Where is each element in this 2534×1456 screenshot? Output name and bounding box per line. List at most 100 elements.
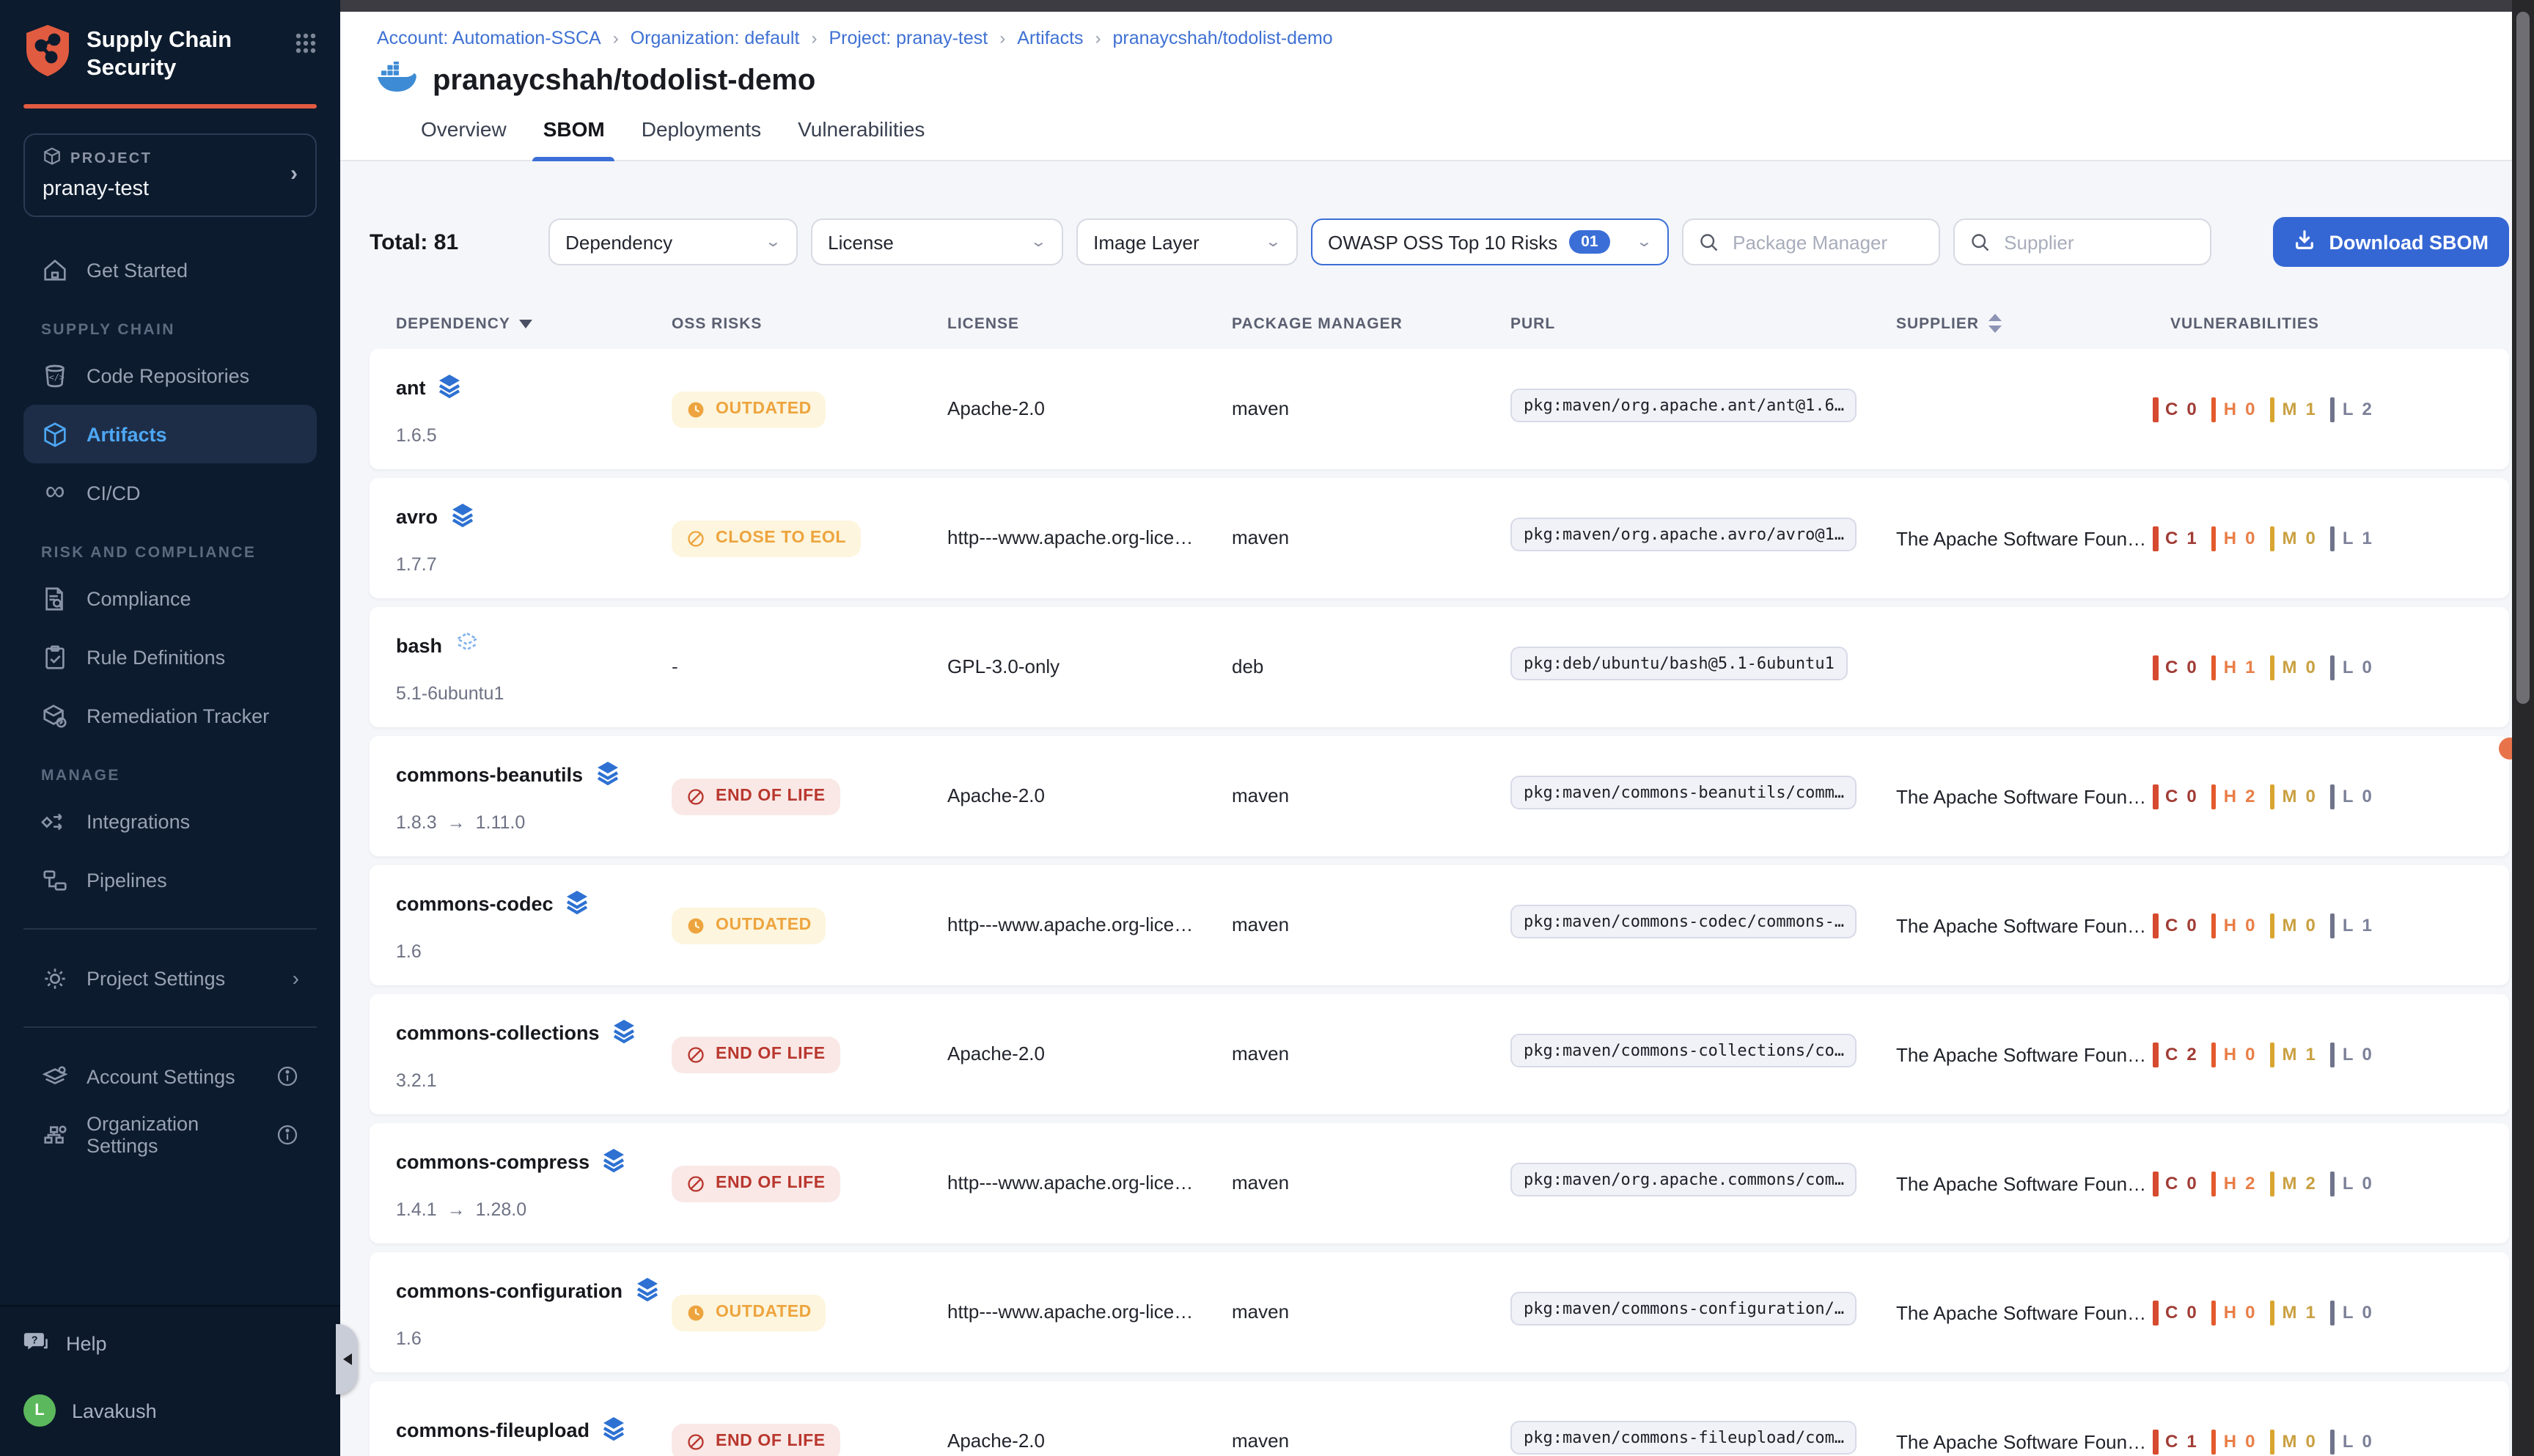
table-row[interactable]: commons-collections 3.2.1 END OF LIFE Ap… [370,994,2509,1114]
tab-overview[interactable]: Overview [421,117,507,160]
severity-bar [2269,784,2274,809]
supplier-value: The Apache Software Foun… [1896,1301,2146,1323]
nav-item-label: Rule Definitions [87,646,225,668]
table-row[interactable]: commons-fileupload END OF LIFE Apache-2.… [370,1381,2509,1456]
table-row[interactable]: commons-codec 1.6 OUTDATED http---www.ap… [370,865,2509,985]
breadcrumb-link[interactable]: Project: pranay-test [829,28,988,48]
version-from: 1.6.5 [396,424,437,445]
table-row[interactable]: avro 1.7.7 CLOSE TO EOL http---www.apach… [370,478,2509,598]
vulnerabilities-cell: C0H1M0L0 [2153,655,2509,680]
package-manager-value: maven [1232,1172,1289,1194]
vuln-count-l: L2 [2330,397,2372,422]
vuln-count-h: H0 [2211,526,2255,551]
sidebar-item-remediation-tracker[interactable]: Remediation Tracker [23,686,317,745]
sidebar-item-ci-cd[interactable]: ∞CI/CD [23,463,317,522]
version-to: 1.11.0 [476,812,526,832]
severity-count: 0 [2362,657,2372,677]
severity-count: 0 [2362,1431,2372,1452]
supplier-value: The Apache Software Foun… [1896,527,2146,549]
sidebar-item-organization-settings[interactable]: Organization Settings [23,1106,317,1164]
severity-bar [2269,1429,2274,1454]
dependency-name: commons-configuration [396,1280,623,1302]
severity-count: 1 [2245,657,2255,677]
sidebar-item-project-settings[interactable]: Project Settings› [23,949,317,1007]
tab-vulnerabilities[interactable]: Vulnerabilities [798,117,925,160]
sidebar-item-integrations[interactable]: Integrations [23,792,317,850]
column-header-package-manager: PACKAGE MANAGER [1232,315,1510,332]
risk-label: OUTDATED [716,916,812,934]
home-icon [41,256,69,284]
severity-letter: L [2343,786,2354,806]
sidebar-collapse-handle[interactable] [336,1324,358,1394]
info-icon [276,1065,299,1088]
sidebar-item-get-started[interactable]: Get Started [23,240,317,299]
sort-descending-icon[interactable] [519,319,532,328]
oss-risk-cell: OUTDATED [672,391,947,427]
nav-item-label: Pipelines [87,869,167,891]
table-row[interactable]: ant 1.6.5 OUTDATED Apache-2.0 maven pkg:… [370,349,2509,469]
scrollbar-thumb[interactable] [2516,12,2530,704]
sidebar-item-pipelines[interactable]: Pipelines [23,850,317,909]
table-row[interactable]: commons-configuration 1.6 OUTDATED http-… [370,1252,2509,1372]
user-item[interactable]: L Lavakush [23,1383,317,1438]
filter-dropdown-owasp-oss-top-10-risks[interactable]: OWASP OSS Top 10 Risks01⌄ [1310,218,1668,265]
breadcrumb-link[interactable]: pranaycshah/todolist-demo [1113,28,1333,48]
column-header-dependency[interactable]: DEPENDENCY [396,315,672,332]
sidebar-item-artifacts[interactable]: Artifacts [23,405,317,463]
package-manager-value: maven [1232,784,1289,806]
sidebar-item-compliance[interactable]: Compliance [23,569,317,628]
download-sbom-button[interactable]: Download SBOM [2274,217,2510,267]
vuln-count-c: C0 [2153,397,2197,422]
tab-deployments[interactable]: Deployments [642,117,761,160]
purl-cell: pkg:maven/commons-collections/co… [1510,1034,1896,1075]
module-grid-icon[interactable] [295,23,317,62]
severity-count: 0 [2305,915,2315,935]
purl-cell: pkg:maven/commons-fileupload/com… [1510,1421,1896,1456]
table-row[interactable]: commons-beanutils 1.8.3 → 1.11.0 END OF … [370,736,2509,856]
tab-sbom[interactable]: SBOM [543,117,605,160]
breadcrumb-link[interactable]: Account: Automation-SSCA [377,28,601,48]
severity-letter: C [2165,399,2178,419]
search-input[interactable] [1730,229,1923,254]
vuln-count-l: L0 [2330,1171,2372,1196]
breadcrumb-link[interactable]: Organization: default [631,28,800,48]
license-value: Apache-2.0 [947,397,1045,419]
window-top-edge [340,0,2534,12]
vuln-count-c: C0 [2153,1300,2197,1325]
column-header-supplier[interactable]: SUPPLIER [1896,314,2170,333]
sort-toggle-icon[interactable] [1988,314,2001,333]
table-row[interactable]: bash 5.1-6ubuntu1 - GPL-3.0-only deb pkg… [370,607,2509,727]
severity-letter: M [2282,528,2296,548]
cube-icon [43,147,62,170]
package-manager-value: maven [1232,397,1289,419]
severity-letter: L [2343,1431,2354,1452]
breadcrumb-link[interactable]: Artifacts [1017,28,1083,48]
vuln-count-m: M0 [2269,913,2315,938]
sidebar-item-code-repositories[interactable]: </>Code Repositories [23,346,317,405]
package-manager-cell: maven [1232,912,1510,938]
filter-dropdown-license[interactable]: License⌄ [810,218,1062,265]
help-item[interactable]: ? Help [23,1315,317,1371]
oss-risk-badge: OUTDATED [672,391,826,427]
license-cell: http---www.apache.org-lice… [947,1299,1232,1326]
severity-letter: M [2282,915,2296,935]
severity-letter: C [2165,915,2178,935]
filter-dropdown-image-layer[interactable]: Image Layer⌄ [1076,218,1297,265]
table-row[interactable]: commons-compress 1.4.1 → 1.28.0 END OF L… [370,1123,2509,1243]
supplier-cell: The Apache Software Foun… [1896,785,2153,807]
sidebar-item-rule-definitions[interactable]: Rule Definitions [23,628,317,686]
search-input[interactable] [2001,229,2195,254]
dependency-cell: commons-beanutils 1.8.3 → 1.11.0 [396,760,672,832]
filter-count-badge: 01 [1569,231,1609,254]
app-window: Supply Chain Security [0,0,2534,1456]
risk-label: END OF LIFE [716,1174,826,1192]
help-chat-icon: ? [23,1328,50,1358]
license-value: http---www.apache.org-lice… [947,913,1193,935]
oss-risk-badge: END OF LIFE [672,778,840,815]
column-label: SUPPLIER [1896,315,1979,332]
project-selector[interactable]: PROJECT pranay-test › [23,133,317,217]
filter-dropdown-dependency[interactable]: Dependency⌄ [548,218,797,265]
scrollbar-track[interactable] [2512,0,2534,1456]
sidebar-item-account-settings[interactable]: Account Settings [23,1047,317,1106]
oss-risk-cell: END OF LIFE [672,778,947,815]
